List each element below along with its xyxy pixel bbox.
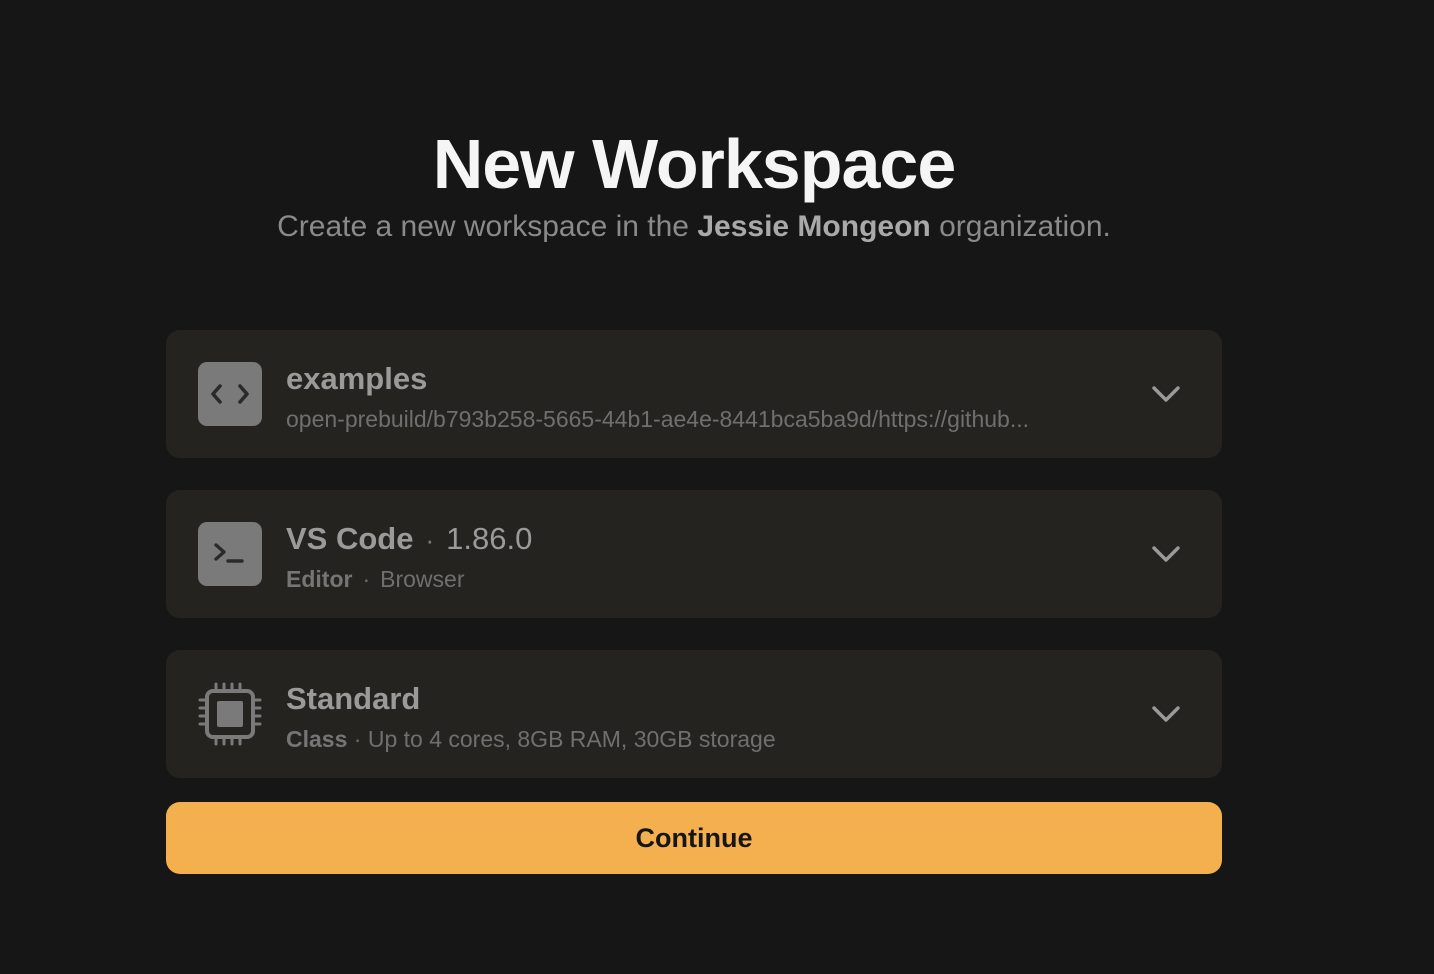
workspace-class-separator: · — [353, 726, 362, 752]
organization-name: Jessie Mongeon — [697, 210, 931, 243]
subtitle-suffix: organization. — [930, 210, 1111, 243]
editor-type-label: Editor — [286, 566, 353, 592]
cpu-chip-icon — [198, 682, 262, 746]
context-title: examples — [286, 361, 428, 396]
chevron-down-icon[interactable] — [1150, 380, 1182, 408]
context-subtitle: open-prebuild/b793b258-5665-44b1-ae4e-84… — [286, 406, 1029, 432]
page-subtitle: Create a new workspace in the Jessie Mon… — [0, 208, 1388, 246]
editor-mode: Browser — [380, 566, 465, 592]
terminal-icon — [198, 522, 262, 586]
editor-subtitle: Editor · Browser — [286, 564, 1146, 594]
workspace-class-subtitle: Class · Up to 4 cores, 8GB RAM, 30GB sto… — [286, 724, 1146, 754]
editor-selector[interactable]: VS Code · 1.86.0 Editor · Browser — [166, 490, 1222, 618]
editor-separator: · — [425, 525, 435, 555]
continue-button[interactable]: Continue — [166, 802, 1222, 874]
subtitle-prefix: Create a new workspace in the — [277, 210, 698, 243]
workspace-class-spec: Up to 4 cores, 8GB RAM, 30GB storage — [367, 726, 776, 752]
editor-name: VS Code — [286, 521, 414, 556]
editor-title: VS Code · 1.86.0 — [286, 520, 532, 559]
chevron-down-icon[interactable] — [1150, 700, 1182, 728]
chevron-down-icon[interactable] — [1150, 540, 1182, 568]
code-brackets-icon — [198, 362, 262, 426]
editor-version: 1.86.0 — [446, 521, 533, 556]
workspace-class-label: Class — [286, 726, 348, 752]
workspace-class-title: Standard — [286, 681, 421, 716]
workspace-class-selector[interactable]: Standard Class · Up to 4 cores, 8GB RAM,… — [166, 650, 1222, 778]
editor-sub-separator: · — [362, 566, 371, 592]
context-selector[interactable]: examples open-prebuild/b793b258-5665-44b… — [166, 330, 1222, 458]
new-workspace-page: New Workspace Create a new workspace in … — [0, 0, 1434, 974]
page-title: New Workspace — [432, 125, 957, 203]
